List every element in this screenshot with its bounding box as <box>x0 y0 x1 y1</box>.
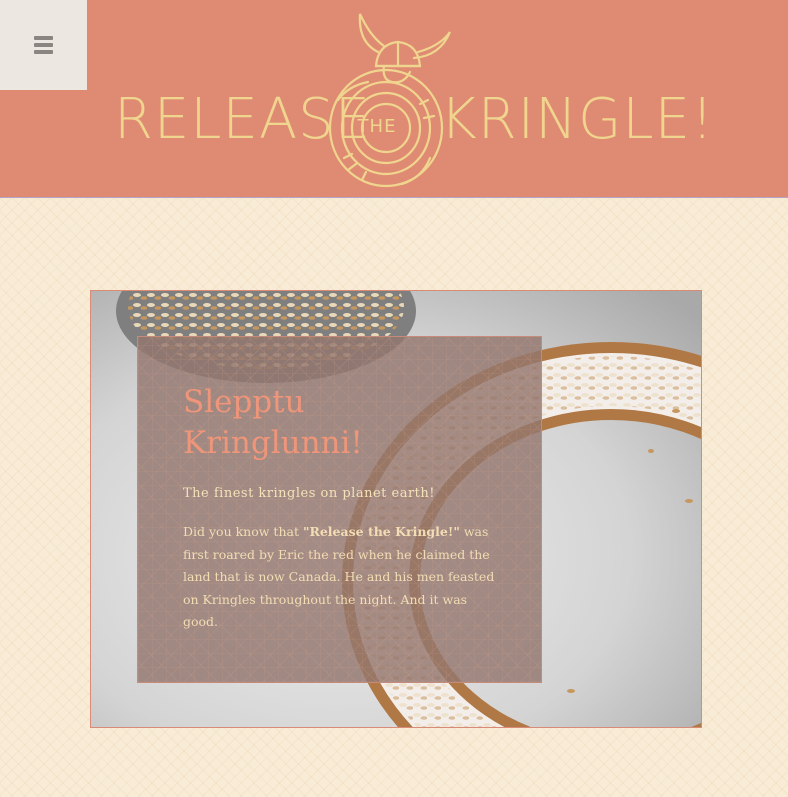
menu-toggle-button[interactable] <box>0 0 87 90</box>
card-subtitle: The finest kringles on planet earth! <box>183 486 435 501</box>
intro-card: Slepptu Kringlunni! The finest kringles … <box>137 336 542 683</box>
card-body-quote: "Release the Kringle!" <box>302 524 460 539</box>
card-body-prefix: Did you know that <box>183 524 303 539</box>
logo-word-kringle: KRINGLE! <box>440 87 715 152</box>
hamburger-menu-icon <box>34 36 53 54</box>
hero-banner: Slepptu Kringlunni! The finest kringles … <box>90 290 702 728</box>
card-body-suffix: was first roared by Eric the red when he… <box>183 524 495 629</box>
card-title: Slepptu Kringlunni! <box>183 384 363 461</box>
site-logo[interactable]: RELEASE THE KRINGLE! <box>110 8 713 192</box>
card-body: Did you know that "Release the Kringle!"… <box>183 521 498 634</box>
site-header: RELEASE THE KRINGLE! <box>0 0 788 198</box>
logo-word-the: THE <box>357 116 397 137</box>
